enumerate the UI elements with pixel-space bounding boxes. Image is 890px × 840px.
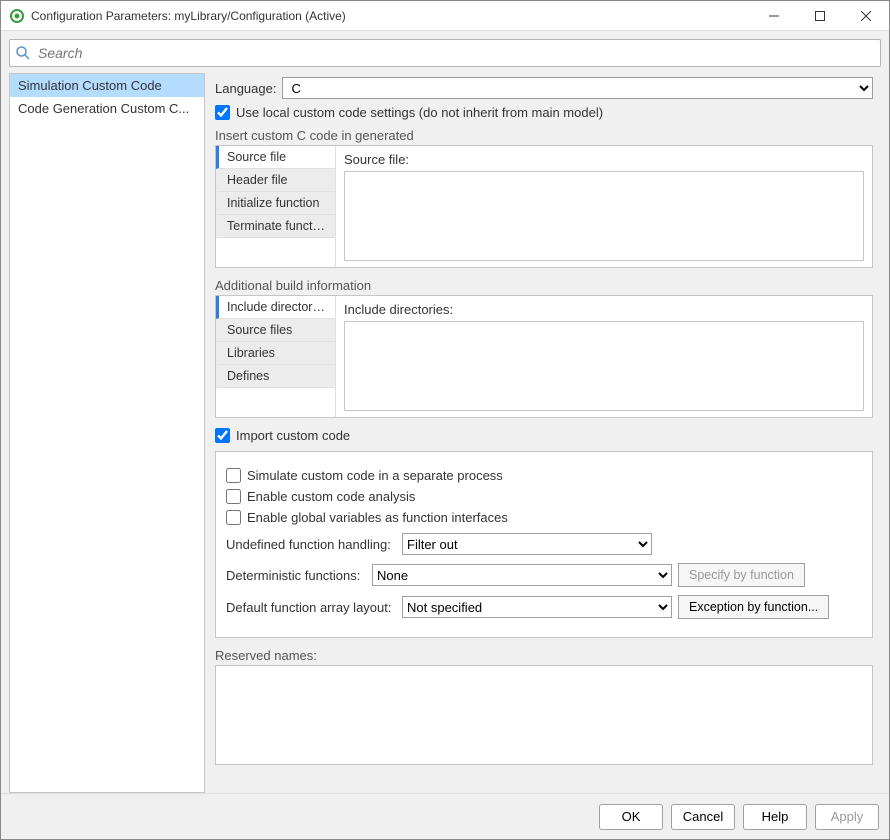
- import-custom-code-label: Import custom code: [236, 428, 350, 443]
- sidebar: Simulation Custom Code Code Generation C…: [9, 73, 205, 793]
- minimize-button[interactable]: [751, 1, 797, 31]
- sidebar-item-code-generation-custom-code[interactable]: Code Generation Custom C...: [10, 97, 204, 120]
- deterministic-functions-select[interactable]: None: [372, 564, 672, 586]
- sidebar-item-simulation-custom-code[interactable]: Simulation Custom Code: [10, 74, 204, 97]
- language-select[interactable]: C: [282, 77, 873, 99]
- tab-terminate-function[interactable]: Terminate function: [216, 215, 335, 238]
- enable-code-analysis-label: Enable custom code analysis: [247, 489, 415, 504]
- simulate-separate-process-label: Simulate custom code in a separate proce…: [247, 468, 503, 483]
- import-custom-code-checkbox[interactable]: [215, 428, 230, 443]
- maximize-button[interactable]: [797, 1, 843, 31]
- titlebar: Configuration Parameters: myLibrary/Conf…: [1, 1, 889, 31]
- window-controls: [751, 1, 889, 31]
- tab-libraries[interactable]: Libraries: [216, 342, 335, 365]
- search-input[interactable]: [36, 40, 880, 66]
- enable-global-vars-label: Enable global variables as function inte…: [247, 510, 508, 525]
- app-icon: [9, 8, 25, 24]
- additional-build-block: Include directories Source files Librari…: [215, 295, 873, 418]
- close-button[interactable]: [843, 1, 889, 31]
- source-file-textarea[interactable]: [344, 171, 864, 261]
- enable-code-analysis-checkbox[interactable]: [226, 489, 241, 504]
- tab-header-file[interactable]: Header file: [216, 169, 335, 192]
- tab-source-files[interactable]: Source files: [216, 319, 335, 342]
- window-title: Configuration Parameters: myLibrary/Conf…: [31, 9, 751, 23]
- tab-initialize-function[interactable]: Initialize function: [216, 192, 335, 215]
- deterministic-functions-label: Deterministic functions:: [226, 568, 366, 583]
- language-label: Language:: [215, 81, 276, 96]
- use-local-settings-label: Use local custom code settings (do not i…: [236, 105, 603, 120]
- exception-by-function-button[interactable]: Exception by function...: [678, 595, 829, 619]
- additional-build-tabs: Include directories Source files Librari…: [216, 296, 336, 417]
- search-region: [1, 31, 889, 73]
- additional-build-section-label: Additional build information: [215, 278, 873, 293]
- insert-code-block: Source file Header file Initialize funct…: [215, 145, 873, 268]
- dialog-footer: OK Cancel Help Apply: [1, 793, 889, 839]
- tab-source-file[interactable]: Source file: [216, 146, 335, 169]
- tab-include-directories[interactable]: Include directories: [216, 296, 335, 319]
- include-directories-label: Include directories:: [344, 302, 864, 317]
- content-pane: Language: C Use local custom code settin…: [211, 73, 881, 793]
- apply-button[interactable]: Apply: [815, 804, 879, 830]
- use-local-settings-checkbox[interactable]: [215, 105, 230, 120]
- search-box[interactable]: [9, 39, 881, 67]
- source-file-label: Source file:: [344, 152, 864, 167]
- simulate-separate-process-checkbox[interactable]: [226, 468, 241, 483]
- include-directories-textarea[interactable]: [344, 321, 864, 411]
- specify-by-function-button[interactable]: Specify by function: [678, 563, 805, 587]
- reserved-names-label: Reserved names:: [215, 648, 873, 663]
- reserved-names-textarea[interactable]: [215, 665, 873, 765]
- tab-defines[interactable]: Defines: [216, 365, 335, 388]
- enable-global-vars-checkbox[interactable]: [226, 510, 241, 525]
- insert-code-tabs: Source file Header file Initialize funct…: [216, 146, 336, 267]
- custom-code-options-panel: Simulate custom code in a separate proce…: [215, 451, 873, 638]
- insert-code-section-label: Insert custom C code in generated: [215, 128, 873, 143]
- search-icon: [10, 45, 36, 61]
- undefined-function-handling-select[interactable]: Filter out: [402, 533, 652, 555]
- default-array-layout-select[interactable]: Not specified: [402, 596, 672, 618]
- ok-button[interactable]: OK: [599, 804, 663, 830]
- undefined-function-handling-label: Undefined function handling:: [226, 537, 396, 552]
- cancel-button[interactable]: Cancel: [671, 804, 735, 830]
- help-button[interactable]: Help: [743, 804, 807, 830]
- default-array-layout-label: Default function array layout:: [226, 600, 396, 615]
